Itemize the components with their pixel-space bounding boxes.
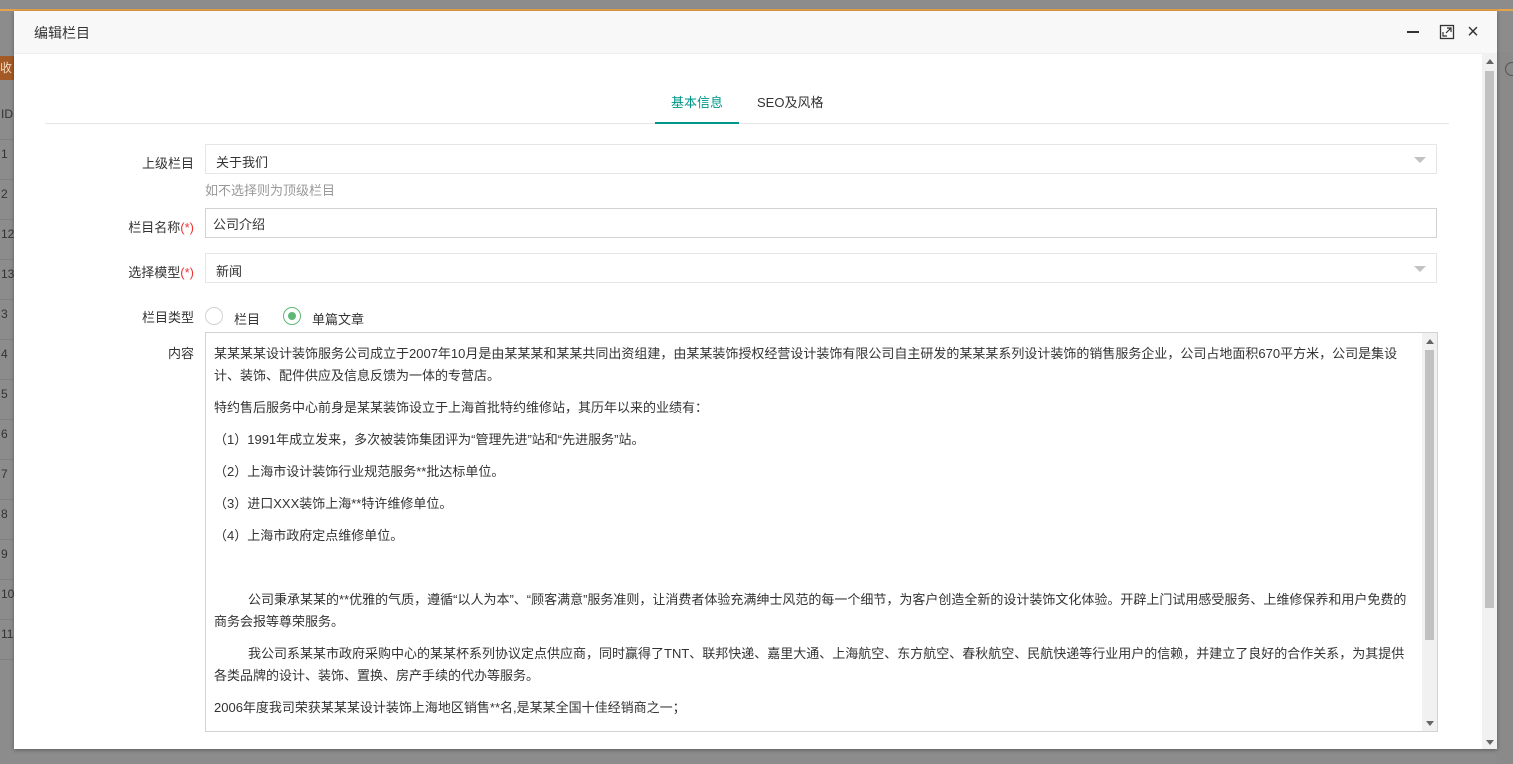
background-row-id: 4 [0, 340, 14, 380]
content-paragraph: 2006年度我司荣获某某某设计装饰上海地区销售**名,是某某全国十佳经销商之一； [214, 700, 686, 715]
column-type-label: 栏目类型 [141, 310, 194, 325]
background-row-id: 5 [0, 380, 14, 420]
content-paragraph: （3）进口XXX装饰上海**特许维修单位。 [214, 496, 453, 511]
content-editor[interactable]: 某某某某设计装饰服务公司成立于2007年10月是由某某某和某某共同出资组建，由某… [205, 332, 1438, 732]
background-row-id: 3 [0, 300, 14, 340]
maximize-icon[interactable] [1438, 23, 1456, 41]
edit-column-dialog: 编辑栏目 × 基本信息 SEO及风格 上级栏目 关于我们 如不选择则为顶级栏目 … [14, 11, 1497, 749]
radio-single-article-label: 单篇文章 [312, 312, 365, 327]
content-paragraph: （2）上海市设计装饰行业规范服务**批达标单位。 [214, 464, 505, 479]
background-row-id: 9 [0, 540, 14, 580]
column-name-label: 栏目名称(*) [128, 220, 194, 235]
parent-column-value: 关于我们 [216, 155, 269, 170]
content-paragraph: 某某某某设计装饰服务公司成立于2007年10月是由某某某和某某共同出资组建，由某… [214, 346, 1398, 383]
background-tag: 收 [0, 56, 14, 80]
chevron-down-icon [1414, 266, 1426, 272]
background-row-id: 8 [0, 500, 14, 540]
scroll-down-icon[interactable] [1426, 721, 1434, 726]
content-paragraph: 特约售后服务中心前身是某某装饰设立于上海首批特约维修站，其历年以来的业绩有： [214, 400, 709, 415]
dialog-body: 基本信息 SEO及风格 上级栏目 关于我们 如不选择则为顶级栏目 栏目名称(*)… [14, 53, 1482, 749]
content-paragraph: 我公司系某某市政府采购中心的某某杯系列协议定点供应商，同时赢得了TNT、联邦快递… [214, 646, 1405, 683]
close-icon[interactable]: × [1464, 22, 1482, 42]
tab-seo-style[interactable]: SEO及风格 [741, 83, 839, 123]
background-right-strip [1497, 52, 1513, 764]
background-row-id: 11 [0, 620, 14, 660]
editor-scrollbar[interactable] [1422, 333, 1437, 731]
background-row-id: 1 [0, 140, 14, 180]
model-label: 选择模型(*) [128, 265, 194, 280]
radio-checked-icon [283, 307, 301, 325]
column-name-input[interactable] [206, 209, 1436, 237]
model-select[interactable]: 新闻 [205, 253, 1437, 283]
background-row-id: 2 [0, 180, 14, 220]
parent-column-label: 上级栏目 [141, 156, 194, 171]
scroll-up-icon[interactable] [1486, 59, 1494, 64]
scroll-thumb[interactable] [1425, 350, 1434, 640]
background-refresh-icon [1505, 62, 1513, 76]
background-row-id: 6 [0, 420, 14, 460]
dialog-header: 编辑栏目 × [14, 11, 1497, 54]
scroll-up-icon[interactable] [1426, 339, 1434, 344]
background-row-id: 10 [0, 580, 14, 620]
tab-bar: 基本信息 SEO及风格 [45, 83, 1449, 124]
parent-column-select[interactable]: 关于我们 [205, 144, 1437, 174]
scroll-down-icon[interactable] [1486, 740, 1494, 745]
column-name-field[interactable] [205, 208, 1437, 238]
background-row-id: 13 [0, 260, 14, 300]
radio-unchecked-icon [205, 307, 223, 325]
background-id-column: ID 1 2 12 13 3 4 5 6 7 8 9 10 11 [0, 100, 14, 660]
model-value: 新闻 [216, 264, 243, 279]
radio-column-label: 栏目 [234, 312, 261, 327]
content-label: 内容 [167, 346, 194, 361]
scroll-thumb[interactable] [1485, 71, 1494, 608]
chevron-down-icon [1414, 157, 1426, 163]
parent-column-hint: 如不选择则为顶级栏目 [205, 183, 336, 198]
editor-content[interactable]: 某某某某设计装饰服务公司成立于2007年10月是由某某某和某某共同出资组建，由某… [214, 343, 1414, 729]
content-paragraph: （4）上海市政府定点维修单位。 [214, 528, 404, 543]
content-paragraph: （1）1991年成立发来，多次被装饰集团评为“管理先进”站和“先进服务”站。 [214, 432, 645, 447]
minimize-icon[interactable] [1404, 23, 1422, 41]
dialog-title: 编辑栏目 [34, 25, 90, 41]
background-row-id: ID [0, 100, 14, 140]
background-row-id: 12 [0, 220, 14, 260]
tab-basic-info[interactable]: 基本信息 [655, 83, 740, 124]
content-paragraph: 公司秉承某某的**优雅的气质，遵循“以人为本”、“顾客满意”服务准则，让消费者体… [214, 592, 1407, 629]
background-row-id: 7 [0, 460, 14, 500]
dialog-scrollbar[interactable] [1482, 53, 1497, 749]
